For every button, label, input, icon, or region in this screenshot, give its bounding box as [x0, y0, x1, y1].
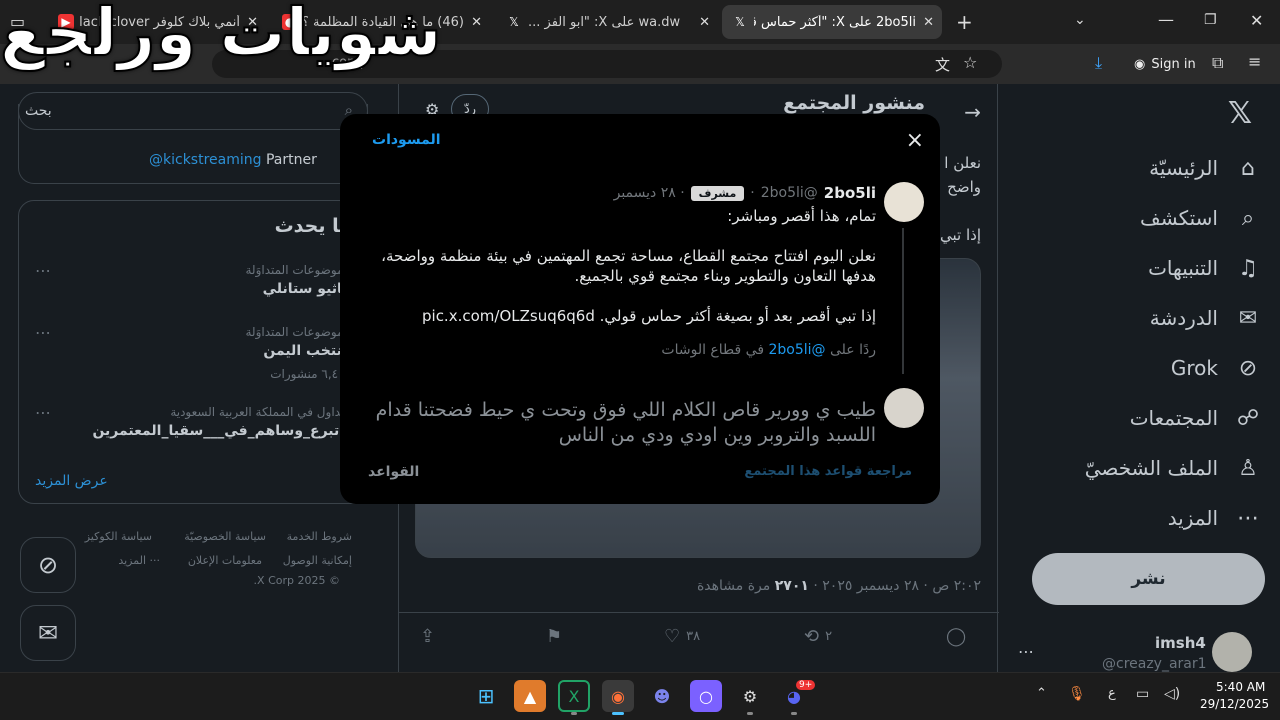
- post-date: · ٢٨ ديسمبر: [613, 185, 685, 201]
- overlay-caption: شويات ورلجع: [0, 0, 443, 71]
- post-header: 2bo5li @2bo5li · مشرف · ٢٨ ديسمبر: [614, 184, 876, 202]
- reply-prefix: ردًا على: [830, 342, 876, 358]
- network-icon[interactable]: ▭: [1136, 686, 1149, 702]
- minimize-icon[interactable]: —: [1158, 10, 1174, 29]
- thread-line: [902, 228, 904, 374]
- app-icon[interactable]: ⚙: [734, 680, 766, 712]
- review-rules-link[interactable]: مراجعة قواعد هذا المجتمع: [744, 464, 912, 479]
- sign-in-button[interactable]: ◉ Sign in: [1126, 50, 1204, 78]
- author-name[interactable]: 2bo5li: [824, 184, 876, 202]
- close-icon[interactable]: ✕: [923, 15, 934, 30]
- moderator-badge: مشرف: [690, 185, 745, 201]
- app-icon[interactable]: ○: [690, 680, 722, 712]
- microphone-icon[interactable]: 🎙: [1068, 686, 1086, 702]
- windows-start-icon[interactable]: ⊞: [470, 680, 502, 712]
- post-text-body: نعلن اليوم افتتاح مجتمع القطاع، مساحة تج…: [381, 247, 876, 285]
- extensions-icon[interactable]: ⧉: [1212, 53, 1223, 73]
- download-icon[interactable]: ⤓: [1095, 53, 1102, 73]
- tray-overflow-icon[interactable]: ⌃: [1036, 686, 1047, 701]
- reply-textarea[interactable]: طيب ي وورير قاص الكلام اللي فوق وتحت ي ح…: [356, 398, 876, 448]
- clock-date[interactable]: 29/12/2025: [1200, 697, 1269, 711]
- your-avatar[interactable]: [884, 388, 924, 428]
- clock-time[interactable]: 5:40 AM: [1216, 680, 1265, 694]
- reply-handle-link[interactable]: @2bo5li: [769, 342, 826, 358]
- favorite-star-icon[interactable]: ☆: [963, 53, 977, 72]
- tab-title: wa.dw على X: "ابو الفز ...: [528, 14, 681, 30]
- tab-list-icon[interactable]: ⌄: [1074, 12, 1086, 28]
- x-icon: 𝕏: [735, 15, 745, 29]
- taskbar: [0, 672, 1280, 720]
- reply-modal: × المسودات 2bo5li @2bo5li · مشرف · ٢٨ دي…: [340, 114, 940, 504]
- tab-3[interactable]: 𝕏 wa.dw على X: "ابو الفز ... ✕: [496, 5, 718, 39]
- app-indicator: [747, 712, 753, 715]
- close-icon[interactable]: ✕: [471, 15, 482, 30]
- translate-icon[interactable]: 文: [935, 54, 950, 75]
- close-button[interactable]: ×: [906, 128, 924, 153]
- excel-icon[interactable]: X: [558, 680, 590, 712]
- teams-icon[interactable]: ☻: [646, 680, 678, 712]
- notification-badge: 9+: [796, 680, 816, 690]
- app-indicator: [612, 712, 624, 715]
- menu-icon[interactable]: ≡: [1248, 52, 1261, 71]
- restore-icon[interactable]: ❐: [1204, 12, 1217, 28]
- window-close-icon[interactable]: ✕: [1250, 11, 1263, 30]
- author-handle: @2bo5li: [760, 185, 818, 201]
- tab-title: 2bo5li على X: "أكثر حماس قولي" ...: [754, 14, 916, 30]
- replying-to: ردًا على @2bo5li في قطاع الوشات: [661, 342, 876, 358]
- drafts-button[interactable]: المسودات: [372, 132, 441, 148]
- app-indicator: [571, 712, 577, 715]
- x-icon: 𝕏: [509, 15, 519, 29]
- rules-button[interactable]: القواعد: [368, 464, 419, 480]
- author-avatar[interactable]: [884, 182, 924, 222]
- reply-community: في قطاع الوشات: [661, 342, 765, 358]
- firefox-icon[interactable]: ◉: [602, 680, 634, 712]
- post-text-line: تمام، هذا أقصر ومباشر:: [727, 207, 876, 225]
- app-indicator: [791, 712, 797, 715]
- tab-4-active[interactable]: 𝕏 2bo5li على X: "أكثر حماس قولي" ... ✕: [722, 5, 942, 39]
- account-icon: ◉: [1134, 56, 1146, 72]
- sign-in-label: Sign in: [1151, 56, 1196, 72]
- volume-icon[interactable]: ◁): [1164, 686, 1180, 702]
- post-text-line: إذا تبي أقصر بعد أو بصيغة أكثر حماس قولي…: [422, 307, 876, 325]
- new-tab-button[interactable]: +: [956, 10, 973, 34]
- separator-dot: ·: [750, 185, 755, 201]
- input-language[interactable]: ع: [1108, 686, 1116, 701]
- close-icon[interactable]: ✕: [699, 15, 710, 30]
- app-icon[interactable]: ▲: [514, 680, 546, 712]
